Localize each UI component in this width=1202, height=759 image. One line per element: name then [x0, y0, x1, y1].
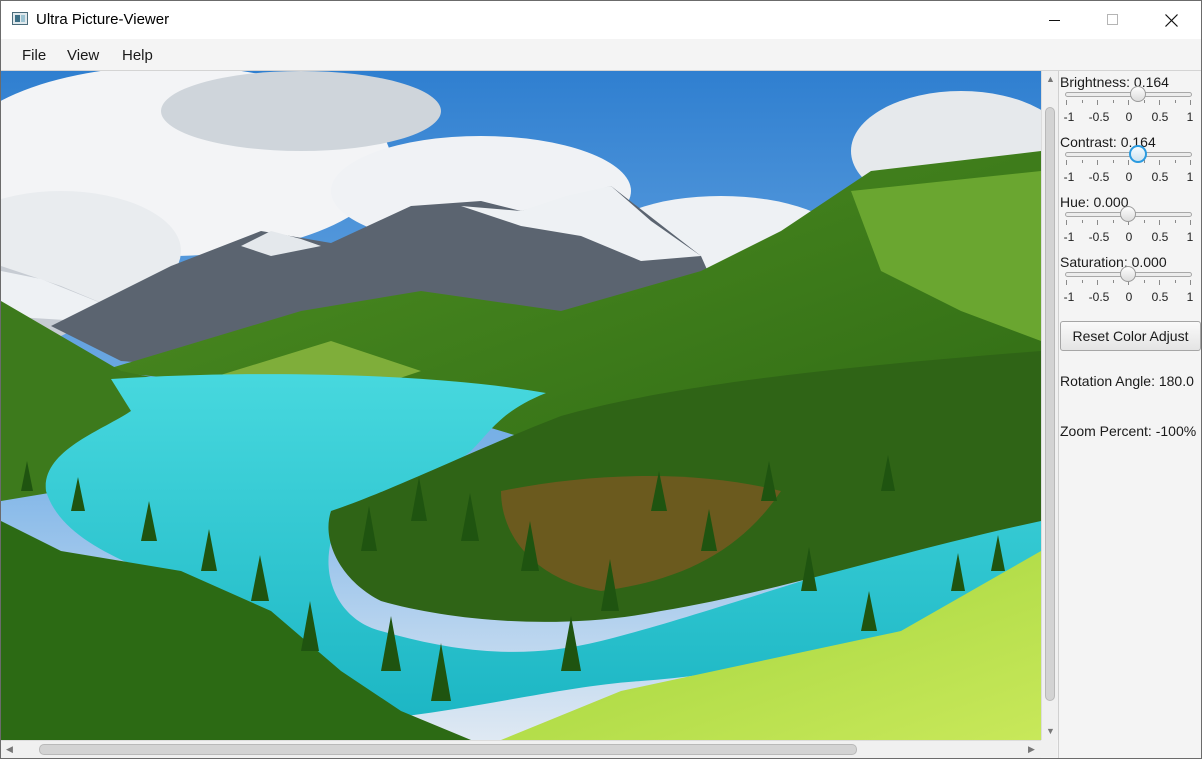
- minimize-icon: [1049, 20, 1060, 21]
- slider-tick-mark: [1174, 220, 1176, 223]
- slider-tick-mark: [1190, 160, 1191, 165]
- vertical-scroll-thumb[interactable]: [1045, 107, 1055, 701]
- slider-tick-mark: [1112, 160, 1114, 163]
- brightness-tick-label: 0.5: [1151, 110, 1169, 124]
- brightness-tick-label: 0: [1125, 110, 1133, 124]
- scroll-down-arrow-icon[interactable]: ▼: [1046, 727, 1055, 736]
- slider-tick-mark: [1143, 280, 1145, 283]
- hue-tick-label: -1: [1063, 230, 1075, 244]
- scroll-up-arrow-icon[interactable]: ▲: [1046, 75, 1055, 84]
- hue-label: Hue: 0.000: [1060, 194, 1129, 210]
- slider-tick-mark: [1190, 280, 1191, 285]
- slider-tick-mark: [1143, 220, 1145, 223]
- slider-tick-mark: [1081, 160, 1083, 163]
- slider-tick-mark: [1190, 100, 1191, 105]
- slider-tick-mark: [1159, 100, 1160, 105]
- slider-tick-mark: [1066, 220, 1067, 225]
- maximize-button[interactable]: [1084, 1, 1142, 39]
- slider-tick-mark: [1159, 220, 1160, 225]
- contrast-tick-label: 0: [1125, 170, 1133, 184]
- slider-tick-mark: [1097, 160, 1098, 165]
- horizontal-scroll-thumb[interactable]: [39, 744, 857, 755]
- menu-file[interactable]: File: [22, 47, 46, 64]
- brightness-tick-label: 1: [1186, 110, 1194, 124]
- slider-tick-mark: [1128, 160, 1129, 165]
- slider-tick-mark: [1066, 100, 1067, 105]
- hue-tick-label: -0.5: [1088, 230, 1110, 244]
- slider-tick-mark: [1112, 280, 1114, 283]
- saturation-tick-label: -0.5: [1088, 290, 1110, 304]
- landscape-image: [1, 71, 1041, 740]
- hue-tick-label: 0.5: [1151, 230, 1169, 244]
- slider-tick-mark: [1128, 100, 1129, 105]
- contrast-tick-label: -1: [1063, 170, 1075, 184]
- scroll-corner: [1041, 740, 1057, 757]
- title-bar[interactable]: Ultra Picture-Viewer: [1, 1, 1201, 39]
- brightness-slider-track[interactable]: [1065, 92, 1192, 97]
- slider-tick-mark: [1066, 160, 1067, 165]
- menu-help[interactable]: Help: [122, 47, 153, 64]
- slider-tick-mark: [1159, 280, 1160, 285]
- contrast-tick-label: 0.5: [1151, 170, 1169, 184]
- menu-bar: File View Help: [1, 39, 1201, 71]
- scroll-right-arrow-icon[interactable]: ▶: [1028, 745, 1035, 754]
- slider-tick-mark: [1159, 160, 1160, 165]
- close-button[interactable]: [1142, 1, 1200, 39]
- contrast-tick-label: -0.5: [1088, 170, 1110, 184]
- slider-tick-mark: [1174, 280, 1176, 283]
- slider-tick-mark: [1066, 280, 1067, 285]
- slider-tick-mark: [1081, 280, 1083, 283]
- hue-tick-label: 1: [1186, 230, 1194, 244]
- saturation-slider-thumb[interactable]: [1120, 266, 1136, 282]
- brightness-label: Brightness: 0.164: [1060, 74, 1169, 90]
- maximize-icon: [1107, 14, 1118, 25]
- vertical-scrollbar[interactable]: ▲ ▼: [1041, 71, 1058, 740]
- slider-tick-mark: [1081, 100, 1083, 103]
- saturation-tick-label: 0: [1125, 290, 1133, 304]
- saturation-tick-label: -1: [1063, 290, 1075, 304]
- slider-tick-mark: [1190, 220, 1191, 225]
- adjust-panel: Brightness: 0.164 -1 -0.5 0 0.5 1 Contra…: [1058, 71, 1201, 758]
- brightness-tick-label: -1: [1063, 110, 1075, 124]
- reset-color-adjust-button[interactable]: Reset Color Adjust: [1060, 321, 1201, 351]
- slider-tick-mark: [1081, 220, 1083, 223]
- horizontal-scrollbar[interactable]: ◀ ▶: [1, 740, 1041, 758]
- window-title: Ultra Picture-Viewer: [36, 11, 170, 28]
- slider-tick-mark: [1097, 100, 1098, 105]
- app-icon: [12, 12, 28, 25]
- minimize-button[interactable]: [1026, 1, 1084, 39]
- slider-tick-mark: [1097, 280, 1098, 285]
- image-viewport[interactable]: [1, 71, 1041, 740]
- hue-tick-label: 0: [1125, 230, 1133, 244]
- app-window: Ultra Picture-Viewer File View Help ▲ ▼ …: [0, 0, 1202, 759]
- saturation-label: Saturation: 0.000: [1060, 254, 1167, 270]
- close-icon: [1164, 13, 1178, 27]
- rotation-angle-text: Rotation Angle: 180.0: [1060, 373, 1194, 389]
- contrast-tick-label: 1: [1186, 170, 1194, 184]
- hue-slider-thumb[interactable]: [1120, 206, 1136, 222]
- contrast-ticks: [1066, 160, 1191, 166]
- slider-tick-mark: [1174, 100, 1176, 103]
- brightness-tick-label: -0.5: [1088, 110, 1110, 124]
- slider-tick-mark: [1174, 160, 1176, 163]
- slider-tick-mark: [1143, 100, 1145, 103]
- slider-tick-mark: [1112, 100, 1114, 103]
- slider-tick-mark: [1112, 220, 1114, 223]
- menu-view[interactable]: View: [67, 47, 99, 64]
- saturation-tick-label: 1: [1186, 290, 1194, 304]
- slider-tick-mark: [1097, 220, 1098, 225]
- zoom-percent-text: Zoom Percent: -100%: [1060, 423, 1197, 439]
- scroll-left-arrow-icon[interactable]: ◀: [6, 745, 13, 754]
- brightness-ticks: [1066, 100, 1191, 106]
- saturation-tick-label: 0.5: [1151, 290, 1169, 304]
